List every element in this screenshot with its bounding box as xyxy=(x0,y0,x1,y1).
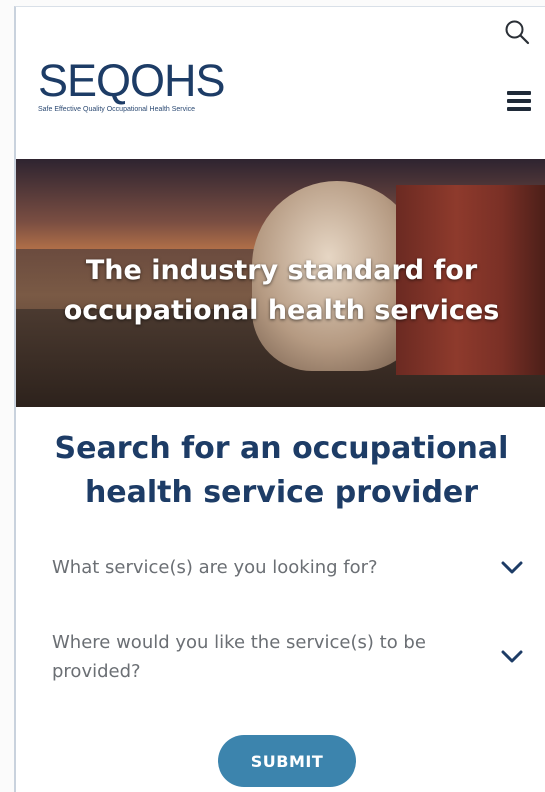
search-button[interactable] xyxy=(500,15,534,49)
chevron-down-icon xyxy=(498,643,526,671)
submit-button[interactable]: SUBMIT xyxy=(218,735,356,787)
services-dropdown-label: What service(s) are you looking for? xyxy=(52,557,378,578)
location-label-line2: provided? xyxy=(52,661,141,682)
search-section-title: Search for an occupational health servic… xyxy=(16,427,545,515)
services-dropdown[interactable]: What service(s) are you looking for? xyxy=(52,553,526,582)
site-header: SEQOHS Safe Effective Quality Occupation… xyxy=(16,7,545,147)
page-frame: SEQOHS Safe Effective Quality Occupation… xyxy=(14,6,545,792)
hero-title-line1: The industry standard for xyxy=(85,255,478,286)
menu-button[interactable] xyxy=(502,84,536,118)
logo-wordmark: SEQOHS xyxy=(38,55,226,106)
location-label-line1: Where would you like the service(s) to b… xyxy=(52,632,426,653)
chevron-down-icon xyxy=(498,554,526,582)
location-dropdown-label: Where would you like the service(s) to b… xyxy=(52,628,462,686)
logo-tagline: Safe Effective Quality Occupational Heal… xyxy=(38,106,196,113)
hero-banner: The industry standard for occupational h… xyxy=(16,159,545,407)
hamburger-menu-icon xyxy=(507,91,531,111)
search-title-line2: health service provider xyxy=(84,475,479,510)
seqohs-logo[interactable]: SEQOHS Safe Effective Quality Occupation… xyxy=(38,57,228,127)
hero-title-line2: occupational health services xyxy=(63,295,500,326)
location-dropdown[interactable]: Where would you like the service(s) to b… xyxy=(52,628,526,686)
search-icon xyxy=(505,20,530,45)
search-title-line1: Search for an occupational xyxy=(54,431,509,466)
hero-title: The industry standard for occupational h… xyxy=(16,251,545,331)
